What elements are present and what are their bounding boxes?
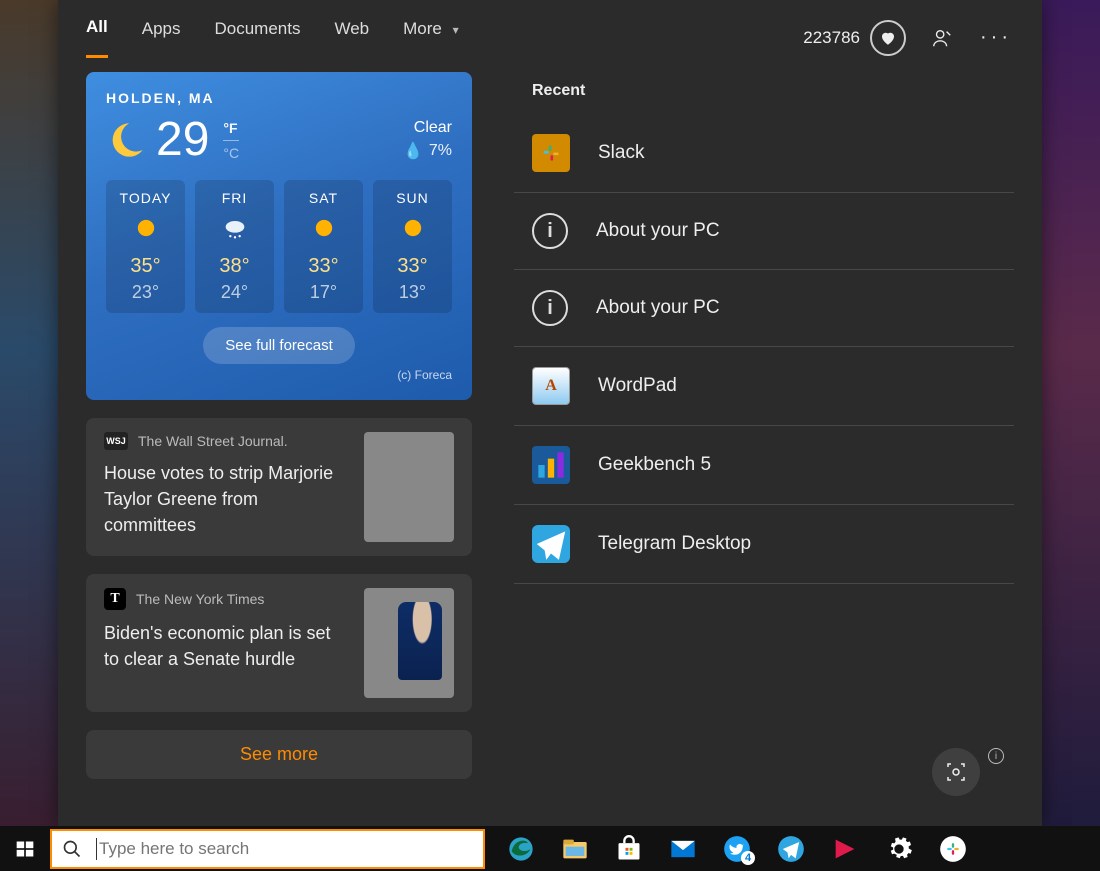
taskbar-search[interactable] [50, 829, 485, 869]
tab-all[interactable]: All [86, 17, 108, 58]
filter-tabs: All Apps Documents Web More ▾ 223786 ··· [58, 0, 1042, 62]
unit-f[interactable]: °F [223, 120, 239, 136]
recent-item-4[interactable]: Geekbench 5 [514, 426, 1014, 505]
screenshot-search-button[interactable] [932, 748, 980, 796]
weather-temp: 29 [156, 116, 209, 164]
twitter-badge: 4 [741, 851, 755, 865]
taskbar-app-twitter[interactable]: 4 [711, 826, 763, 871]
taskbar: 4 [0, 826, 1100, 871]
search-flyout-panel: All Apps Documents Web More ▾ 223786 ···… [58, 0, 1042, 826]
recent-item-1[interactable]: i About your PC [514, 193, 1014, 270]
chevron-down-icon: ▾ [453, 23, 459, 37]
recent-item-label: About your PC [596, 220, 720, 242]
info-icon: i [532, 213, 568, 249]
wordpad-icon: A [532, 367, 570, 405]
forecast-day-1[interactable]: FRI38°24° [195, 180, 274, 313]
wallpaper-left [0, 0, 58, 871]
telegram-icon [532, 525, 570, 563]
forecast-row: TODAY35°23°FRI38°24°SAT33°17°SUN33°13° [106, 180, 452, 313]
weather-condition: Clear [403, 119, 452, 137]
slack-icon [532, 134, 570, 172]
taskbar-app-slack[interactable] [927, 826, 979, 871]
see-more-button[interactable]: See more [86, 730, 472, 779]
taskbar-app-store[interactable] [603, 826, 655, 871]
news-0-headline: House votes to strip Marjorie Taylor Gre… [104, 460, 346, 538]
rewards-points[interactable]: 223786 [803, 20, 906, 56]
moon-icon [106, 120, 146, 160]
news-1-badge: T [104, 588, 126, 610]
news-card-1[interactable]: T The New York Times Biden's economic pla… [86, 574, 472, 712]
text-cursor [96, 838, 97, 860]
rewards-count: 223786 [803, 28, 860, 48]
weather-precip: 7% [429, 142, 452, 160]
recent-item-label: About your PC [596, 297, 720, 319]
tab-web[interactable]: Web [334, 19, 369, 57]
start-button[interactable] [0, 826, 50, 871]
search-icon [62, 839, 82, 859]
weather-location: HOLDEN, MA [106, 90, 452, 106]
news-0-badge: WSJ [104, 432, 128, 450]
account-button[interactable] [924, 20, 960, 56]
news-1-headline: Biden's economic plan is set to clear a … [104, 620, 346, 672]
tab-more-label: More [403, 19, 442, 38]
weather-card[interactable]: HOLDEN, MA 29 °F °C Clear 💧 7% [86, 72, 472, 400]
forecast-day-0[interactable]: TODAY35°23° [106, 180, 185, 313]
recent-item-2[interactable]: i About your PC [514, 270, 1014, 347]
heart-icon [870, 20, 906, 56]
info-icon: i [532, 290, 568, 326]
recent-title: Recent [532, 82, 1014, 100]
recent-item-label: Telegram Desktop [598, 533, 751, 555]
search-input[interactable] [99, 839, 473, 859]
wallpaper-right [1042, 0, 1100, 871]
tab-documents[interactable]: Documents [214, 19, 300, 57]
taskbar-app-telegram[interactable] [765, 826, 817, 871]
recent-item-3[interactable]: A WordPad [514, 347, 1014, 426]
see-forecast-button[interactable]: See full forecast [203, 327, 355, 364]
drop-icon: 💧 [403, 141, 423, 161]
news-card-0[interactable]: WSJ The Wall Street Journal. House votes … [86, 418, 472, 556]
recent-item-0[interactable]: Slack [514, 114, 1014, 193]
geekbench-icon [532, 446, 570, 484]
taskbar-app-mail[interactable] [657, 826, 709, 871]
unit-c[interactable]: °C [223, 145, 239, 161]
recent-item-label: WordPad [598, 375, 677, 397]
taskbar-app-explorer[interactable] [549, 826, 601, 871]
tab-apps[interactable]: Apps [142, 19, 181, 57]
info-icon[interactable]: i [988, 748, 1004, 764]
taskbar-app-media[interactable] [819, 826, 871, 871]
recent-item-5[interactable]: Telegram Desktop [514, 505, 1014, 584]
recent-item-label: Geekbench 5 [598, 454, 711, 476]
tab-more[interactable]: More ▾ [403, 19, 459, 57]
news-1-source: The New York Times [136, 591, 264, 607]
news-1-thumb [364, 588, 454, 698]
news-0-source: The Wall Street Journal. [138, 433, 288, 449]
forecast-day-3[interactable]: SUN33°13° [373, 180, 452, 313]
taskbar-app-edge[interactable] [495, 826, 547, 871]
more-options-button[interactable]: ··· [978, 20, 1014, 56]
weather-credit: (c) Foreca [106, 368, 452, 382]
forecast-day-2[interactable]: SAT33°17° [284, 180, 363, 313]
news-0-thumb [364, 432, 454, 542]
taskbar-app-settings[interactable] [873, 826, 925, 871]
recent-list: Slack i About your PC i About your PC A WordPa… [514, 114, 1014, 584]
recent-item-label: Slack [598, 142, 644, 164]
